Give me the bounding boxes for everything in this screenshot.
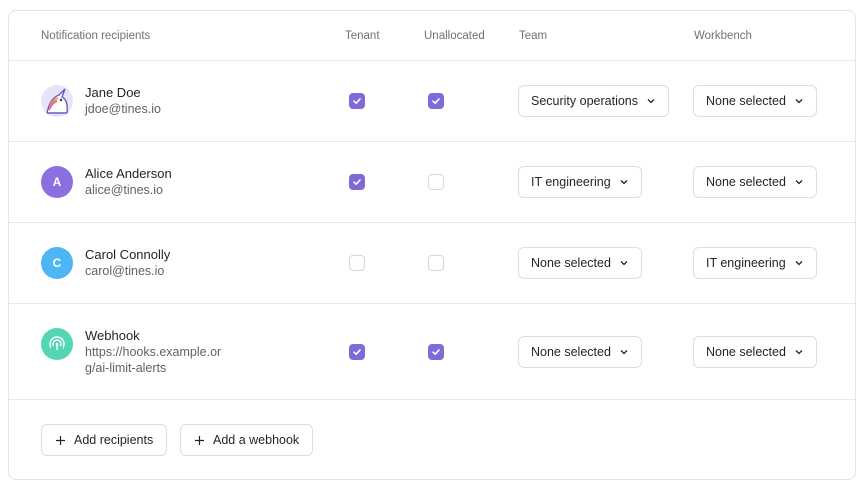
column-header-workbench: Workbench (694, 30, 752, 42)
chevron-down-icon (795, 99, 803, 104)
recipient-name: Webhook (85, 328, 140, 343)
tenant-checkbox[interactable] (349, 344, 365, 360)
team-select-value: None selected (531, 345, 611, 359)
team-select-value: None selected (531, 256, 611, 270)
webhook-url-line-2: g/ai-limit-alerts (85, 361, 167, 375)
chevron-down-icon (647, 99, 655, 104)
plus-icon (56, 435, 65, 445)
unallocated-checkbox[interactable] (428, 255, 444, 271)
recipient-name: Carol Connolly (85, 247, 171, 262)
recipient-name: Jane Doe (85, 85, 141, 100)
add-recipients-button[interactable]: Add recipients (41, 424, 168, 456)
unallocated-checkbox[interactable] (428, 174, 444, 190)
chevron-down-icon (795, 180, 803, 185)
column-header-recipients: Notification recipients (41, 30, 151, 42)
recipient-name: Alice Anderson (85, 166, 172, 181)
chevron-down-icon (620, 350, 628, 355)
chevron-down-icon (795, 261, 803, 266)
workbench-select[interactable]: None selected (693, 85, 817, 117)
workbench-select-value: None selected (706, 94, 786, 108)
workbench-select[interactable]: None selected (693, 336, 817, 368)
webhook-url-line-1: https://hooks.example.or (85, 345, 222, 359)
table-row: Jane Doe jdoe@tines.io Security operatio… (9, 61, 855, 142)
chevron-down-icon (620, 180, 628, 185)
recipient-email: carol@tines.io (85, 264, 165, 278)
chevron-down-icon (620, 261, 628, 266)
check-icon (432, 349, 440, 355)
check-icon (353, 179, 361, 185)
add-webhook-label: Add a webhook (213, 433, 300, 447)
workbench-select[interactable]: IT engineering (693, 247, 817, 279)
check-icon (432, 98, 440, 104)
check-icon (353, 98, 361, 104)
unicorn-avatar-icon (41, 85, 73, 117)
notification-recipients-card: Notification recipients Tenant Unallocat… (8, 10, 856, 480)
tenant-checkbox[interactable] (349, 255, 365, 271)
table-row: A Alice Anderson alice@tines.io IT engin… (9, 142, 855, 223)
check-icon (353, 349, 361, 355)
add-webhook-button[interactable]: Add a webhook (180, 424, 314, 456)
table-row: Webhook https://hooks.example.or g/ai-li… (9, 304, 855, 400)
workbench-select-value: None selected (706, 175, 786, 189)
unallocated-checkbox[interactable] (428, 344, 444, 360)
team-select-value: IT engineering (531, 175, 611, 189)
webhook-icon (41, 328, 73, 360)
table-row: C Carol Connolly carol@tines.io None sel… (9, 223, 855, 304)
chevron-down-icon (795, 350, 803, 355)
column-header-tenant: Tenant (345, 30, 380, 42)
recipient-email: alice@tines.io (85, 183, 164, 197)
team-select[interactable]: Security operations (518, 85, 670, 117)
team-select[interactable]: None selected (518, 336, 642, 368)
table-header: Notification recipients Tenant Unallocat… (9, 11, 855, 61)
team-select-value: Security operations (531, 94, 639, 108)
team-select[interactable]: IT engineering (518, 166, 642, 198)
team-select[interactable]: None selected (518, 247, 642, 279)
tenant-checkbox[interactable] (349, 93, 365, 109)
avatar: A (41, 166, 73, 198)
plus-icon (195, 435, 204, 445)
workbench-select-value: IT engineering (706, 256, 786, 270)
unallocated-checkbox[interactable] (428, 93, 444, 109)
workbench-select-value: None selected (706, 345, 786, 359)
avatar: C (41, 247, 73, 279)
column-header-unallocated: Unallocated (424, 30, 485, 42)
recipient-email: jdoe@tines.io (85, 102, 161, 116)
add-recipients-label: Add recipients (74, 433, 154, 447)
workbench-select[interactable]: None selected (693, 166, 817, 198)
tenant-checkbox[interactable] (349, 174, 365, 190)
column-header-team: Team (519, 30, 548, 42)
